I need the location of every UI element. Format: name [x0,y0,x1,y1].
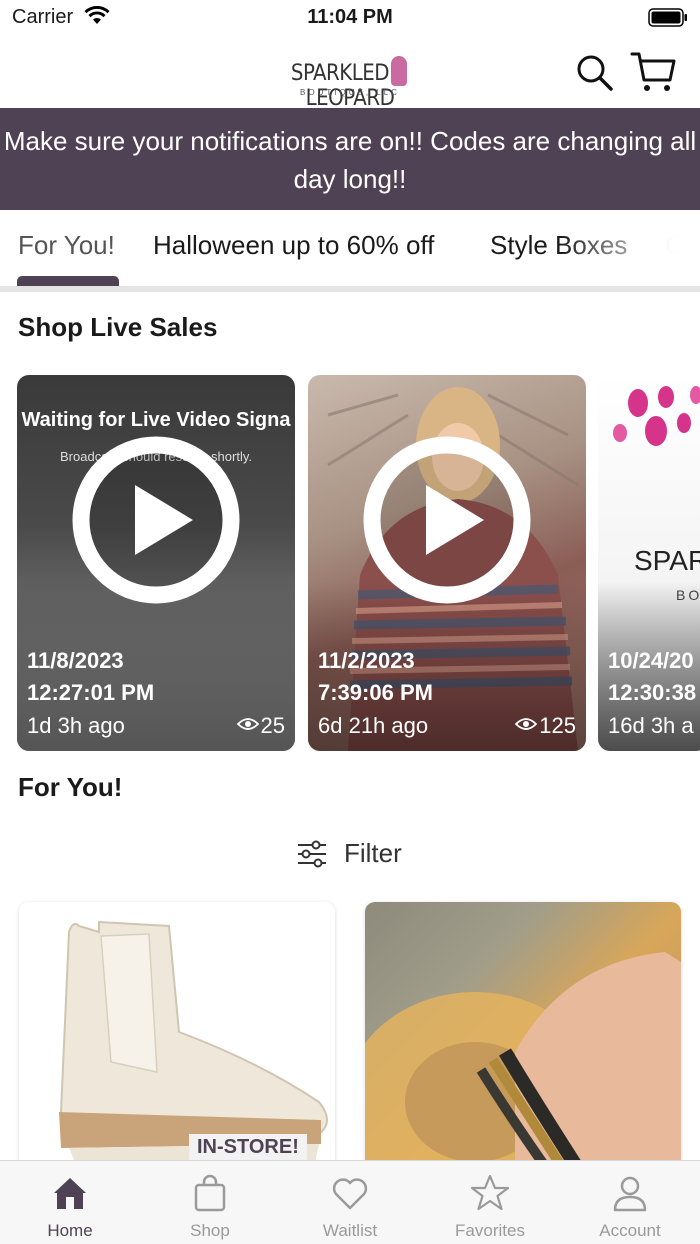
tab-for-you[interactable]: For You! [18,230,115,261]
filter-label: Filter [344,838,402,868]
cart-icon[interactable] [630,50,676,94]
bottom-navigation: Home Shop Waitlist Favorites Account [0,1160,700,1244]
brand-logo[interactable]: SPARKLEDLEOPARD BOUTIQUE, LLC [262,42,438,111]
logo-subtitle: BOUTIQUE, LLC [300,88,400,97]
product-image-boot [59,920,328,1162]
product-card[interactable]: IN-STORE! [19,902,335,1172]
view-count: 25 [260,713,285,738]
nav-shop[interactable]: Shop [140,1161,280,1244]
product-image-bracelet [365,952,681,1172]
tab-halloween[interactable]: Halloween up to 60% off [153,230,434,261]
live-ago: 1d 3h ago [27,713,125,738]
card-logo-text: SPARKLE [634,545,700,576]
filter-sliders-icon [298,840,326,868]
nav-label: Home [47,1221,93,1240]
live-time: 12:30:38 [608,680,697,705]
live-sale-card[interactable]: 11/2/2023 7:39:06 PM 6d 21h ago 125 [308,375,586,751]
shopping-bag-icon [194,1174,226,1212]
status-bar: Carrier 11:04 PM [0,0,700,36]
nav-label: Favorites [455,1221,525,1240]
live-ago: 6d 21h ago [318,713,429,738]
eye-icon [236,718,259,730]
live-ago: 16d 3h a [608,713,694,738]
divider [0,286,700,292]
nav-account[interactable]: Account [560,1161,700,1244]
live-date: 10/24/20 [608,648,694,673]
logo-text-left: SPARKLED [290,61,390,86]
in-store-badge: IN-STORE! [189,1134,307,1161]
heart-icon [332,1178,368,1210]
live-time: 7:39:06 PM [318,680,433,705]
live-date: 11/2/2023 [318,648,415,673]
promo-banner: Make sure your notifications are on!! Co… [0,108,700,210]
app-header: SPARKLEDLEOPARD BOUTIQUE, LLC [0,36,700,111]
live-date: 11/8/2023 [27,648,124,673]
eye-icon [515,718,538,730]
play-icon[interactable] [362,435,532,605]
tabs-fade [560,210,700,280]
nav-label: Waitlist [322,1221,378,1240]
search-icon[interactable] [574,52,614,92]
play-icon[interactable] [71,435,241,605]
section-title-for-you: For You! [18,772,123,802]
leopard-logo-icon [391,56,408,86]
leopard-spots-image [613,386,700,446]
waiting-signal-text: Waiting for Live Video Signa [21,409,291,431]
product-card[interactable] [365,902,681,1172]
star-icon [470,1174,510,1211]
battery-icon [648,8,687,27]
nav-label: Account [599,1221,661,1240]
view-count: 125 [539,713,576,738]
nav-label: Shop [190,1221,230,1240]
nav-waitlist[interactable]: Waitlist [280,1161,420,1244]
nav-home[interactable]: Home [0,1161,140,1244]
account-icon [613,1176,647,1212]
live-sale-card[interactable]: SPARKLE BO 10/24/20 12:30:38 16d 3h a [598,375,700,751]
section-title-live: Shop Live Sales [18,312,218,342]
live-sale-card[interactable]: Waiting for Live Video Signa Broadcast s… [17,375,295,751]
clock: 11:04 PM [307,6,393,28]
nav-favorites[interactable]: Favorites [420,1161,560,1244]
home-icon [54,1178,86,1209]
live-time: 12:27:01 PM [27,680,155,705]
